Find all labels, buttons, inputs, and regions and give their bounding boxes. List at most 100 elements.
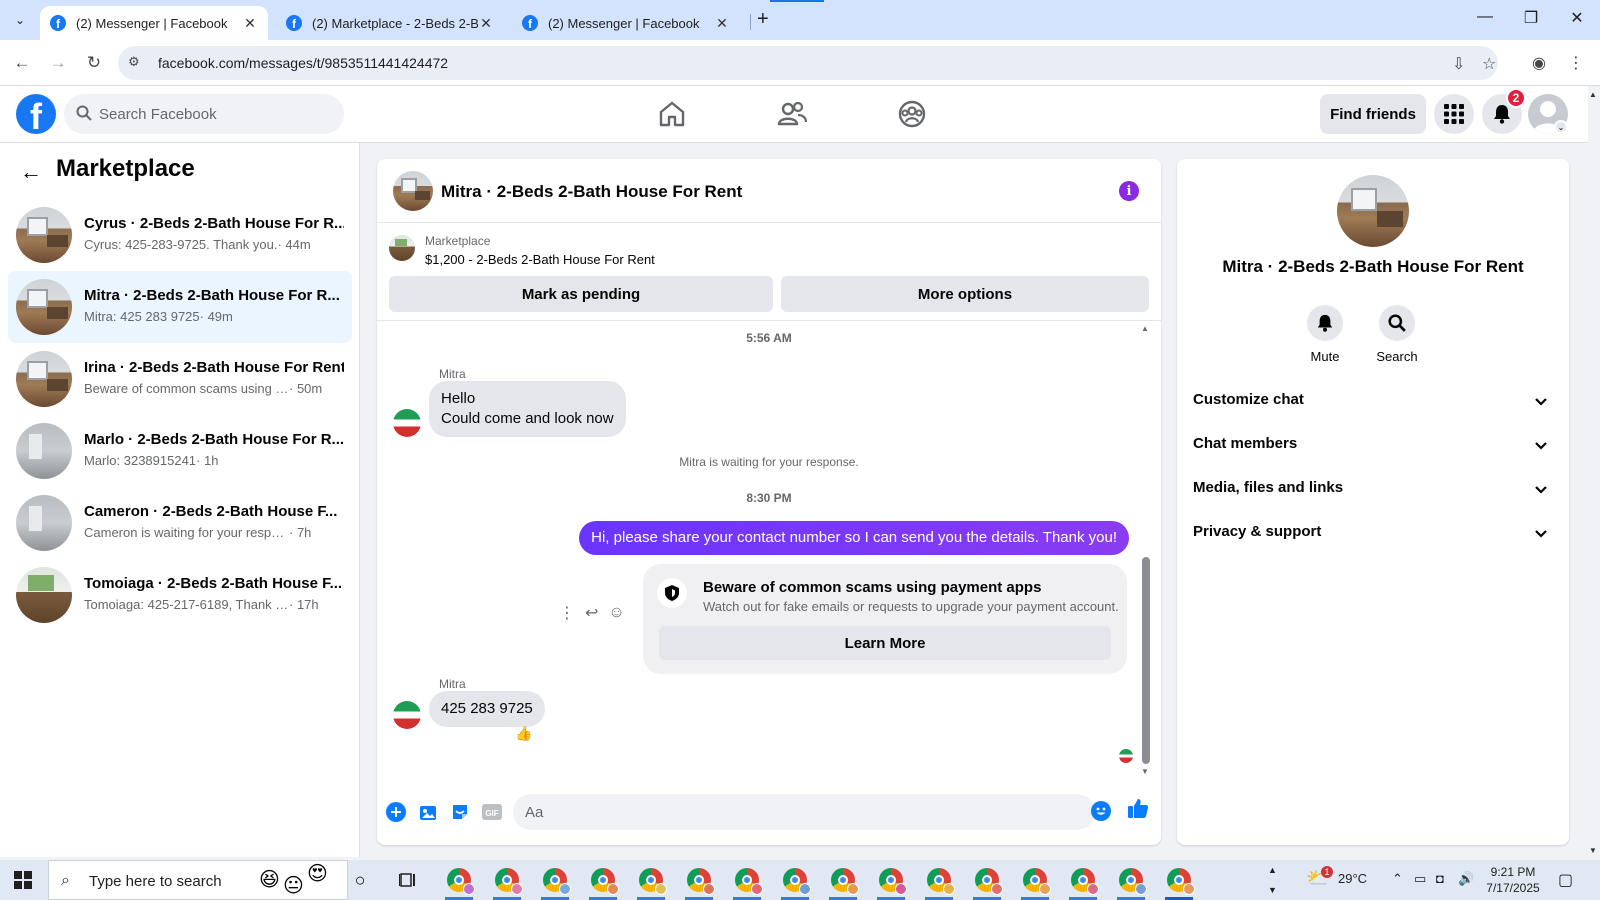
new-tab-icon[interactable]: + — [757, 8, 769, 31]
conversation-item-mitra[interactable]: Mitra · 2-Beds 2-Bath House For R... Mit… — [8, 271, 352, 343]
close-window-icon[interactable]: ✕ — [1554, 8, 1600, 28]
meet-now-icon[interactable]: ◘ — [1436, 871, 1444, 886]
mark-as-pending-button[interactable]: Mark as pending — [389, 276, 773, 312]
taskbar-search-box[interactable]: ⌕ Type here to search 😆 😐 😍 — [48, 860, 348, 900]
windows-start-icon[interactable] — [14, 871, 32, 889]
groups-icon[interactable] — [896, 98, 928, 130]
thumbs-up-send-icon[interactable] — [1127, 797, 1149, 825]
chrome-taskbar-icon[interactable] — [1023, 868, 1051, 895]
cortana-icon[interactable]: ○ — [350, 870, 370, 890]
sender-avatar[interactable] — [393, 409, 421, 437]
browser-menu-icon[interactable]: ⋮ — [1568, 53, 1584, 73]
scroll-down-arrow-icon[interactable]: ▼ — [1141, 767, 1149, 776]
close-tab-icon[interactable]: ✕ — [478, 15, 494, 32]
chrome-taskbar-icon[interactable] — [447, 868, 475, 895]
friends-icon[interactable] — [776, 98, 808, 130]
conversation-item-cameron[interactable]: Cameron · 2-Beds 2-Bath House F... Camer… — [8, 487, 352, 559]
conversation-item-marlo[interactable]: Marlo · 2-Beds 2-Bath House For R... Mar… — [8, 415, 352, 487]
tab-search-chevron-icon[interactable]: ⌄ — [8, 8, 32, 32]
chrome-taskbar-icon[interactable] — [1071, 868, 1099, 895]
info-icon[interactable]: i — [1119, 181, 1139, 201]
site-info-icon[interactable]: ⚙ — [128, 54, 146, 72]
notification-center-icon[interactable]: ▢ — [1558, 870, 1573, 890]
show-hidden-icons-chevron-icon[interactable]: ⌃ — [1392, 871, 1403, 887]
browser-tab-messenger[interactable]: f (2) Messenger | Facebook ✕ — [40, 6, 268, 40]
close-tab-icon[interactable]: ✕ — [714, 15, 730, 32]
thumbs-up-reaction[interactable]: 👍 — [515, 725, 532, 742]
chat-info-avatar[interactable] — [1337, 175, 1409, 247]
network-icon[interactable]: ▭ — [1414, 871, 1426, 887]
search-in-chat-button[interactable]: Search — [1367, 305, 1427, 364]
back-icon[interactable]: ← — [10, 51, 34, 75]
media-files-links-row[interactable]: Media, files and links — [1185, 469, 1561, 509]
forward-icon[interactable]: → — [46, 51, 70, 75]
listing-title[interactable]: $1,200 - 2-Beds 2-Bath House For Rent — [425, 252, 655, 267]
incoming-message-bubble[interactable]: 425 283 9725 — [429, 691, 545, 727]
home-icon[interactable] — [656, 98, 688, 130]
minimize-icon[interactable]: — — [1462, 8, 1508, 26]
find-friends-button[interactable]: Find friends — [1320, 94, 1426, 134]
menu-grid-button[interactable] — [1434, 94, 1474, 134]
chrome-taskbar-icon[interactable] — [543, 868, 571, 895]
conversation-item-tomoiaga[interactable]: Tomoiaga · 2-Beds 2-Bath House F... Tomo… — [8, 559, 352, 631]
reload-icon[interactable]: ↻ — [82, 51, 106, 75]
plus-circle-icon[interactable] — [385, 801, 407, 823]
chat-scrollbar-thumb[interactable] — [1142, 557, 1150, 764]
account-chevron-icon[interactable]: ⌄ — [1554, 120, 1568, 134]
customize-chat-row[interactable]: Customize chat — [1185, 381, 1561, 421]
incoming-message-bubble[interactable]: Hello Could come and look now — [429, 381, 626, 437]
conversation-item-irina[interactable]: Irina · 2-Beds 2-Bath House For Rent Bew… — [8, 343, 352, 415]
photo-icon[interactable] — [417, 801, 439, 823]
learn-more-button[interactable]: Learn More — [659, 626, 1111, 660]
browser-tab-marketplace[interactable]: f (2) Marketplace - 2-Beds 2-Bath ✕ — [276, 6, 504, 40]
chrome-taskbar-icon[interactable] — [591, 868, 619, 895]
chrome-taskbar-icon[interactable] — [927, 868, 955, 895]
sender-avatar[interactable] — [393, 701, 421, 729]
emoji-icon[interactable] — [1091, 801, 1111, 821]
reply-icon[interactable]: ↩ — [585, 603, 598, 623]
chat-members-row[interactable]: Chat members — [1185, 425, 1561, 465]
listing-thumbnail[interactable] — [389, 235, 415, 261]
browser-tab-messenger-2[interactable]: f (2) Messenger | Facebook ✕ — [512, 6, 740, 40]
chat-thumbnail[interactable] — [393, 171, 433, 211]
restore-icon[interactable]: ❐ — [1508, 8, 1554, 28]
bookmark-star-icon[interactable]: ☆ — [1482, 54, 1496, 74]
omnibox[interactable]: ⚙ facebook.com/messages/t/98535114414244… — [118, 46, 1498, 80]
message-input[interactable] — [525, 794, 1045, 830]
facebook-search-input[interactable] — [99, 94, 329, 134]
profile-icon[interactable]: ◉ — [1532, 53, 1546, 73]
task-view-icon[interactable] — [398, 870, 418, 890]
chrome-taskbar-icon[interactable] — [495, 868, 523, 895]
chrome-taskbar-icon[interactable] — [735, 868, 763, 895]
conversation-item-cyrus[interactable]: Cyrus · 2-Beds 2-Bath House For R... Cyr… — [8, 199, 352, 271]
react-smiley-icon[interactable]: ☺ — [608, 604, 624, 622]
close-tab-icon[interactable]: ✕ — [242, 15, 258, 32]
url-text[interactable]: facebook.com/messages/t/9853511441424472 — [158, 55, 448, 71]
gif-icon[interactable]: GIF — [481, 801, 503, 823]
privacy-support-row[interactable]: Privacy & support — [1185, 513, 1561, 553]
volume-icon[interactable]: 🔊 — [1458, 871, 1474, 887]
weather-temperature[interactable]: 29°C — [1338, 871, 1367, 886]
chat-title[interactable]: Mitra · 2-Beds 2-Bath House For Rent — [441, 182, 742, 202]
sticker-icon[interactable] — [449, 801, 471, 823]
chrome-taskbar-icon[interactable] — [879, 868, 907, 895]
message-input-wrapper[interactable] — [513, 794, 1095, 830]
chrome-taskbar-icon[interactable] — [639, 868, 667, 895]
chrome-taskbar-icon[interactable] — [975, 868, 1003, 895]
facebook-search[interactable] — [64, 94, 344, 134]
chrome-taskbar-icon-active[interactable] — [1167, 868, 1195, 895]
back-arrow-icon[interactable]: ← — [20, 159, 42, 185]
chrome-taskbar-icon[interactable] — [831, 868, 859, 895]
more-actions-icon[interactable]: ⋮ — [559, 603, 575, 623]
chrome-taskbar-icon[interactable] — [1119, 868, 1147, 895]
chrome-taskbar-icon[interactable] — [687, 868, 715, 895]
outgoing-message-bubble[interactable]: Hi, please share your contact number so … — [579, 521, 1129, 555]
page-scroll-up-icon[interactable]: ▲ — [1589, 90, 1597, 99]
facebook-logo-icon[interactable]: f — [16, 94, 56, 134]
taskbar-scroll-arrows-icon[interactable]: ▲ ▼ — [1268, 860, 1277, 900]
chrome-taskbar-icon[interactable] — [783, 868, 811, 895]
scroll-up-arrow-icon[interactable]: ▲ — [1141, 324, 1149, 333]
mute-button[interactable]: Mute — [1295, 305, 1355, 364]
install-app-icon[interactable]: ⇩ — [1452, 54, 1465, 74]
more-options-button[interactable]: More options — [781, 276, 1149, 312]
